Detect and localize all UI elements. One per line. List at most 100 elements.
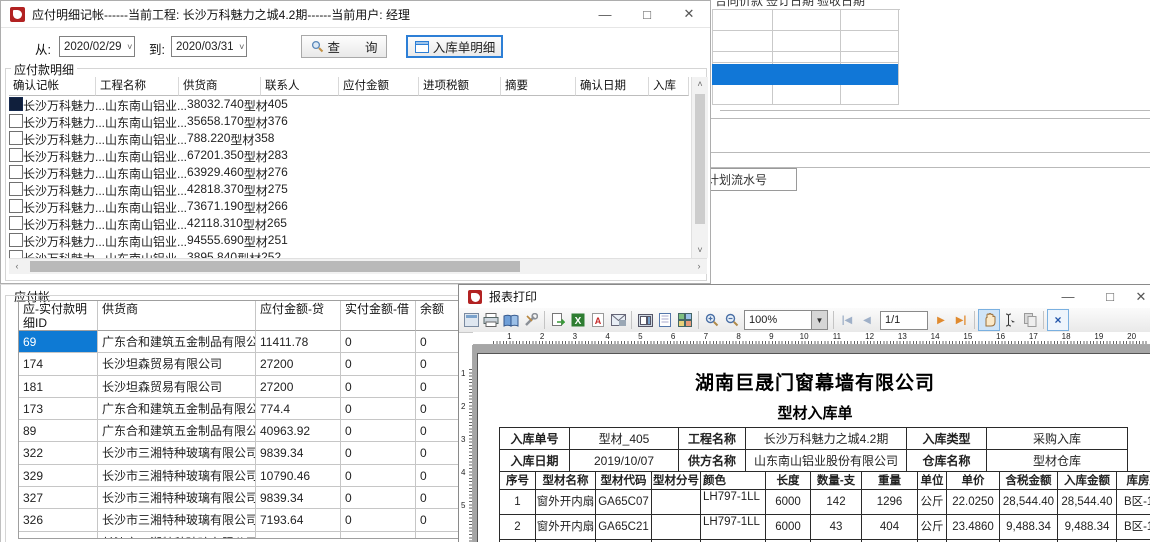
close-button[interactable]: ✕ [668, 1, 710, 27]
column-header[interactable]: 摘要 [501, 77, 576, 96]
confirm-checkbox[interactable] [9, 199, 23, 213]
scroll-right-icon[interactable]: › [691, 259, 707, 274]
first-page-button[interactable]: |◀ [837, 310, 857, 330]
table-row[interactable]: 181长沙坦森贸易有限公司2720000 [19, 376, 459, 398]
copy-icon[interactable] [1020, 310, 1040, 330]
column-header[interactable]: 联系人 [261, 77, 339, 96]
table-row[interactable]: 长沙万科魅力...山东南山铝业...38032.740型材405 [9, 97, 691, 114]
column-header[interactable]: 数量-支 [811, 472, 862, 490]
table-row[interactable]: 长沙万科魅力...山东南山铝业...42118.310型材265 [9, 216, 691, 233]
multi-page-icon[interactable] [675, 310, 695, 330]
confirm-checkbox[interactable] [9, 182, 23, 196]
column-header[interactable]: 入库 [649, 77, 689, 96]
table-row[interactable]: 入库单号型材_405工程名称长沙万科魅力之城4.2期入库类型采购入库 [500, 428, 1128, 450]
confirm-checkbox[interactable] [9, 216, 23, 230]
table-row[interactable]: 322长沙市三湘特种玻璃有限公司9839.3400 [19, 442, 459, 464]
zoom-out-icon[interactable] [722, 310, 742, 330]
chevron-down-icon[interactable]: ▼ [811, 311, 827, 329]
column-header[interactable]: 确认日期 [576, 77, 649, 96]
confirm-checkbox[interactable] [9, 233, 23, 247]
export-pdf-icon[interactable]: A [588, 310, 608, 330]
book-preview-icon[interactable] [501, 310, 521, 330]
chevron-down-icon[interactable]: ˅ [238, 42, 246, 52]
last-page-button[interactable]: ▶| [951, 310, 971, 330]
column-header[interactable]: 合同价款 [712, 0, 763, 8]
to-date-combo[interactable]: 2020/03/31 ˅ [171, 36, 247, 57]
table-row[interactable]: 长沙市三湘特种玻璃有限公司 [19, 532, 459, 539]
table-row[interactable]: 1窗外开内扇GA65C07LH797-1LL60001421296公斤22.02… [500, 490, 1150, 515]
table-row[interactable]: 长沙万科魅力...山东南山铝业...67201.350型材283 [9, 148, 691, 165]
scroll-up-icon[interactable]: ˄ [692, 77, 708, 92]
inbound-detail-button[interactable]: 入库单明细 [406, 35, 503, 58]
export-icon[interactable] [548, 310, 568, 330]
maximize-button[interactable]: □ [1089, 285, 1131, 308]
column-header[interactable]: 工程名称 [96, 77, 179, 96]
table-row[interactable]: 长沙万科魅力...山东南山铝业...42818.370型材275 [9, 182, 691, 199]
column-header[interactable]: 验收日期 [814, 0, 865, 8]
column-header[interactable]: 重量 [862, 472, 918, 490]
column-header[interactable]: 长度 [766, 472, 811, 490]
w3-titlebar[interactable]: 报表打印 — □ ✕ [459, 285, 1150, 309]
column-header[interactable]: 型材代码 [596, 472, 652, 490]
close-preview-button[interactable]: × [1047, 309, 1069, 331]
next-page-button[interactable]: ▶ [931, 310, 951, 330]
column-header[interactable]: 颜色 [701, 472, 766, 490]
table-row[interactable]: 长沙万科魅力...山东南山铝业...63929.460型材276 [9, 165, 691, 182]
scroll-down-icon[interactable]: ˅ [692, 243, 708, 258]
table-row[interactable]: 2窗外开内扇GA65C21LH797-1LL600043404公斤23.4860… [500, 515, 1150, 540]
table-row[interactable]: 长沙万科魅力...山东南山铝业...788.220型材358 [9, 131, 691, 148]
maximize-button[interactable]: □ [626, 1, 668, 27]
from-date-combo[interactable]: 2020/02/29 ˅ [59, 36, 135, 57]
zoom-in-icon[interactable] [702, 310, 722, 330]
export-excel-icon[interactable]: X [568, 310, 588, 330]
bg-selected-row[interactable] [712, 64, 898, 85]
column-header[interactable]: 余额 [416, 301, 459, 331]
column-header[interactable]: 入库金额 [1058, 472, 1117, 490]
column-header[interactable]: 单位 [918, 472, 947, 490]
report-preview-area[interactable]: 湖南巨晟门窗幕墙有限公司 型材入库单 入库单号型材_405工程名称长沙万科魅力之… [473, 345, 1150, 542]
table-row[interactable]: 69广东合和建筑五金制品有限公司11411.7800 [19, 331, 459, 353]
print-icon[interactable] [481, 310, 501, 330]
column-header[interactable]: 应-实付款明细ID [19, 301, 98, 331]
table-row[interactable]: 326长沙市三湘特种玻璃有限公司7193.6400 [19, 509, 459, 531]
table-row[interactable]: 长沙万科魅力...山东南山铝业...3895.840型材252 [9, 250, 691, 258]
table-row[interactable]: 174长沙坦森贸易有限公司2720000 [19, 353, 459, 375]
confirm-checkbox[interactable] [9, 114, 23, 128]
column-header[interactable]: 型材名称 [536, 472, 596, 490]
table-row[interactable]: 入库日期2019/10/07供方名称山东南山铝业股份有限公司仓库名称型材仓库 [500, 450, 1128, 472]
confirm-checkbox[interactable] [9, 97, 23, 111]
column-header[interactable]: 供货商 [179, 77, 261, 96]
table-row[interactable]: 长沙万科魅力...山东南山铝业...35658.170型材376 [9, 114, 691, 131]
hand-pan-tool[interactable] [978, 309, 1000, 331]
table-row[interactable]: 长沙万科魅力...山东南山铝业...94555.690型材251 [9, 233, 691, 250]
column-header[interactable]: 确认记帐 [9, 77, 96, 96]
page-indicator-input[interactable]: 1/1 [880, 311, 928, 330]
query-button[interactable]: 查 询 [301, 35, 387, 58]
horizontal-scrollbar[interactable]: ‹ › [9, 258, 707, 274]
table-row[interactable]: 329长沙市三湘特种玻璃有限公司10790.4600 [19, 465, 459, 487]
minimize-button[interactable]: — [1047, 285, 1089, 308]
column-header[interactable]: 型材分号 [652, 472, 701, 490]
column-header[interactable]: 单价 [947, 472, 1000, 490]
prev-page-button[interactable]: ◀ [857, 310, 877, 330]
vertical-scrollbar[interactable]: ˄ ˅ [691, 77, 708, 258]
column-header[interactable]: 库房库位 [1117, 472, 1150, 490]
confirm-checkbox[interactable] [9, 250, 23, 258]
chevron-down-icon[interactable]: ˅ [126, 42, 134, 52]
page-setup-icon[interactable] [635, 310, 655, 330]
scrollbar-thumb[interactable] [30, 261, 520, 272]
table-row[interactable]: 长沙万科魅力...山东南山铝业...73671.190型材266 [9, 199, 691, 216]
close-button[interactable]: ✕ [1131, 285, 1150, 308]
table-row[interactable]: 173广东合和建筑五金制品有限公司774.400 [19, 398, 459, 420]
table-row[interactable]: 89广东合和建筑五金制品有限公司40963.9200 [19, 420, 459, 442]
confirm-checkbox[interactable] [9, 165, 23, 179]
confirm-checkbox[interactable] [9, 148, 23, 162]
column-header[interactable]: 进项税额 [419, 77, 501, 96]
zoom-level-dropdown[interactable]: 100% ▼ [744, 310, 828, 330]
scroll-left-icon[interactable]: ‹ [9, 259, 25, 274]
column-header[interactable]: 序号 [500, 472, 536, 490]
design-report-icon[interactable] [461, 310, 481, 330]
single-page-icon[interactable] [655, 310, 675, 330]
send-mail-icon[interactable] [608, 310, 628, 330]
minimize-button[interactable]: — [584, 1, 626, 27]
